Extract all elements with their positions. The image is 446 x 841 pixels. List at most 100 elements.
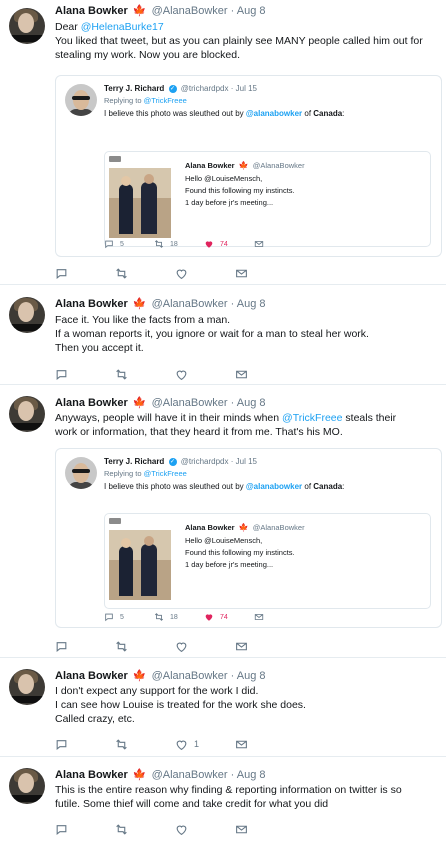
message-button[interactable] (235, 737, 248, 751)
like-button[interactable]: 74 (204, 239, 228, 249)
author-name[interactable]: Alana Bowker (55, 5, 128, 17)
quoted-handle[interactable]: @trichardpdx (181, 457, 229, 466)
message-button[interactable] (235, 822, 248, 836)
author-handle[interactable]: @AlanaBowker (152, 397, 228, 409)
quoted-actions: 5 18 74 (104, 239, 304, 251)
retweet-button[interactable] (115, 367, 128, 381)
quoted-text: I believe this photo was sleuthed out by… (104, 482, 345, 491)
tweet[interactable]: Alana Bowker 🍁 @AlanaBowker · Aug 8 Anyw… (0, 386, 446, 658)
mention-link[interactable]: @alanabowker (246, 482, 302, 491)
tweet[interactable]: Alana Bowker 🍁 @AlanaBowker · Aug 8 This… (0, 758, 446, 841)
photo[interactable] (109, 530, 171, 600)
reply-button[interactable] (55, 639, 68, 653)
mention-link[interactable]: @alanabowker (246, 109, 302, 118)
reply-icon (105, 240, 113, 249)
like-button[interactable]: 74 (204, 612, 228, 622)
nested-quoted-tweet[interactable]: Alana Bowker 🍁 @AlanaBowker Hello @Louis… (104, 151, 431, 247)
retweet-button[interactable] (115, 822, 128, 836)
author-handle[interactable]: @AlanaBowker (152, 769, 228, 781)
nested-text: 1 day before jr's meeting... (185, 560, 274, 569)
tweet-actions (55, 822, 295, 836)
reply-button[interactable] (55, 822, 68, 836)
retweet-button[interactable]: 18 (154, 612, 178, 622)
mention-link[interactable]: @HelenaBurke17 (81, 21, 164, 33)
tweet-date[interactable]: · Aug 8 (231, 769, 266, 781)
tweet[interactable]: Alana Bowker 🍁 @AlanaBowker · Aug 8 Face… (0, 287, 446, 385)
quoted-author-name[interactable]: Terry J. Richard (104, 457, 164, 466)
quoted-author-name[interactable]: Terry J. Richard (104, 84, 164, 93)
avatar[interactable] (65, 84, 97, 116)
message-button[interactable] (235, 639, 248, 653)
photo[interactable] (109, 168, 171, 238)
reply-icon (56, 268, 67, 279)
author-name[interactable]: Alana Bowker (55, 769, 128, 781)
retweet-button[interactable]: 18 (154, 239, 178, 249)
embedded-logo-icon (109, 156, 121, 162)
verified-badge-icon: ✓ (168, 84, 177, 93)
maple-leaf-icon: 🍁 (132, 298, 147, 310)
tweet-actions: 1 (55, 737, 295, 751)
reply-button[interactable]: 5 (104, 612, 124, 622)
maple-leaf-icon: 🍁 (132, 670, 147, 682)
retweet-button[interactable] (115, 266, 128, 280)
retweet-icon (116, 738, 127, 750)
retweet-button[interactable] (115, 639, 128, 653)
reply-icon (105, 613, 113, 622)
author-name[interactable]: Alana Bowker (55, 670, 128, 682)
heart-icon (205, 241, 213, 248)
author-handle[interactable]: @AlanaBowker (152, 670, 228, 682)
reply-button[interactable] (55, 266, 68, 280)
like-button[interactable] (175, 266, 188, 280)
author-name[interactable]: Alana Bowker (55, 298, 128, 310)
quoted-header: Terry J. Richard ✓ @trichardpdx · Jul 15 (104, 84, 257, 93)
reply-icon (56, 824, 67, 835)
replying-to: Replying to @TrickFreee (104, 96, 187, 105)
avatar[interactable] (9, 8, 45, 44)
tweet[interactable]: Alana Bowker 🍁 @AlanaBowker · Aug 8 I do… (0, 659, 446, 757)
message-button[interactable] (235, 367, 248, 381)
avatar[interactable] (9, 669, 45, 705)
quoted-date: · Jul 15 (230, 84, 257, 93)
mention-link[interactable]: @TrickFreee (144, 96, 187, 105)
avatar[interactable] (9, 768, 45, 804)
like-button[interactable] (175, 639, 188, 653)
nested-quoted-tweet[interactable]: Alana Bowker 🍁 @AlanaBowker Hello @Louis… (104, 513, 431, 609)
envelope-icon (236, 825, 247, 833)
maple-leaf-icon: 🍁 (238, 161, 249, 170)
tweet-date[interactable]: · Aug 8 (231, 397, 266, 409)
reply-button[interactable] (55, 367, 68, 381)
verified-badge-icon: ✓ (168, 457, 177, 466)
quoted-handle[interactable]: @trichardpdx (181, 84, 229, 93)
mention-link[interactable]: @TrickFreee (282, 412, 342, 424)
tweet-actions (55, 639, 295, 653)
author-handle[interactable]: @AlanaBowker (152, 5, 228, 17)
mention-link[interactable]: @TrickFreee (144, 469, 187, 478)
reply-button[interactable] (55, 737, 68, 751)
quoted-date: · Jul 15 (230, 457, 257, 466)
envelope-icon (254, 241, 264, 247)
quoted-tweet[interactable]: Terry J. Richard ✓ @trichardpdx · Jul 15… (55, 75, 442, 257)
like-button[interactable] (175, 367, 188, 381)
reply-button[interactable]: 5 (104, 239, 124, 249)
message-button[interactable] (254, 612, 264, 622)
tweet-date[interactable]: · Aug 8 (231, 298, 266, 310)
message-button[interactable] (254, 239, 264, 249)
reply-icon (56, 369, 67, 380)
message-button[interactable] (235, 266, 248, 280)
avatar[interactable] (9, 297, 45, 333)
like-button[interactable]: 1 (175, 737, 199, 751)
avatar[interactable] (9, 396, 45, 432)
tweet-text: Anyways, people will have it in their mi… (55, 412, 397, 438)
tweet[interactable]: Alana Bowker 🍁 @AlanaBowker · Aug 8 Dear… (0, 0, 446, 285)
avatar[interactable] (65, 457, 97, 489)
author-handle[interactable]: @AlanaBowker (152, 298, 228, 310)
tweet-date[interactable]: · Aug 8 (231, 670, 266, 682)
heart-icon (205, 614, 213, 621)
tweet-date[interactable]: · Aug 8 (231, 5, 266, 17)
quoted-text: I believe this photo was sleuthed out by… (104, 109, 345, 118)
quoted-tweet[interactable]: Terry J. Richard ✓ @trichardpdx · Jul 15… (55, 448, 442, 628)
like-button[interactable] (175, 822, 188, 836)
retweet-button[interactable] (115, 737, 128, 751)
heart-icon (176, 825, 187, 835)
author-name[interactable]: Alana Bowker (55, 397, 128, 409)
